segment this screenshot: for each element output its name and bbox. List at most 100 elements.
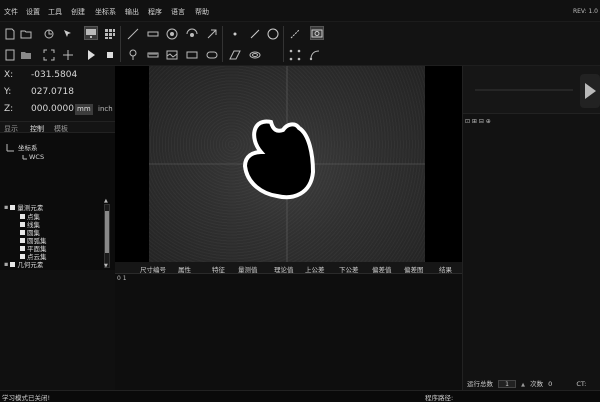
folder-icon[interactable]: [19, 48, 33, 62]
checkbox-icon[interactable]: [20, 229, 25, 235]
measurement-elements-tree: ▪ 量测元素 点集 线集 圆集 圆弧集 平面集 点云集 ▪ 几何元素: [0, 195, 115, 270]
revision-label: REV: 1.0: [572, 8, 598, 15]
checkbox-icon[interactable]: [20, 245, 25, 251]
scroll-down-icon[interactable]: ▼: [104, 263, 108, 269]
results-table: 尺寸编号 属性 特征 量测值 理论值 上公差 下公差 偏差值 偏差图 结果 0 …: [115, 262, 462, 390]
new-file-icon[interactable]: [3, 27, 17, 41]
load-icon[interactable]: [42, 27, 56, 41]
graph-line: [475, 89, 573, 91]
col-nominal[interactable]: 理论值: [274, 264, 294, 274]
elements-scrollbar[interactable]: [104, 204, 110, 268]
probe-icon[interactable]: [126, 48, 140, 62]
tree-item-wcs[interactable]: WCS: [22, 153, 44, 161]
menu-tools[interactable]: 工具: [48, 7, 62, 17]
axis-icon: [6, 143, 14, 151]
edge-icon[interactable]: [61, 48, 75, 62]
play-large-icon: [585, 83, 596, 99]
curve-icon[interactable]: [308, 48, 322, 62]
profile-icon[interactable]: [185, 27, 199, 41]
open-file-icon[interactable]: [19, 27, 33, 41]
scroll-up-icon[interactable]: ▲: [104, 198, 108, 204]
checkbox-icon[interactable]: [20, 237, 25, 243]
menu-output[interactable]: 输出: [125, 7, 139, 17]
right-panel: ⊡ ⊞ ⊟ ⊕ 运行总数 1 ▲ 次数 0 CT:: [462, 66, 600, 390]
run-total-input[interactable]: 1: [498, 380, 517, 388]
tree-child-label: WCS: [29, 153, 45, 161]
axis-small-icon: [22, 155, 27, 160]
col-lower-tol[interactable]: 下公差: [339, 264, 359, 274]
results-header: 尺寸编号 属性 特征 量测值 理论值 上公差 下公差 偏差值 偏差图 结果: [115, 262, 462, 274]
measure-icon[interactable]: [146, 27, 160, 41]
col-feature[interactable]: 特征: [212, 264, 225, 274]
monitor-icon[interactable]: [84, 26, 98, 40]
point-icon[interactable]: [228, 27, 242, 41]
menu-coordinate-system[interactable]: 坐标系: [95, 7, 116, 17]
ring-icon[interactable]: [248, 48, 262, 62]
scan-icon[interactable]: [42, 48, 56, 62]
play-icon[interactable]: [84, 48, 98, 62]
col-attribute[interactable]: 属性: [178, 264, 191, 274]
scrollbar-thumb[interactable]: [105, 211, 109, 253]
x-value: -031.5804: [31, 70, 78, 80]
panel-icons[interactable]: ⊡ ⊞ ⊟ ⊕: [465, 118, 491, 125]
frame-icon[interactable]: [165, 48, 179, 62]
menu-settings[interactable]: 设置: [26, 7, 40, 17]
segment-icon[interactable]: [288, 27, 302, 41]
col-deviation[interactable]: 偏差值: [372, 264, 392, 274]
cycle-time-label: CT:: [576, 380, 587, 388]
unit-mm-button[interactable]: mm: [75, 104, 93, 115]
line-tool-icon[interactable]: [126, 27, 140, 41]
status-bar: 学习模式已关闭! 程序路径:: [0, 390, 600, 402]
unit-inch-button[interactable]: inch: [96, 104, 115, 115]
menu-create[interactable]: 创建: [71, 7, 85, 17]
menu-file[interactable]: 文件: [4, 7, 18, 17]
checkbox-icon[interactable]: [10, 204, 16, 210]
grid-icon[interactable]: [103, 27, 117, 41]
menu-language[interactable]: 语言: [171, 7, 185, 17]
count-value: 0: [548, 380, 553, 388]
left-empty-panel: [0, 270, 115, 390]
toolbar: [0, 22, 600, 66]
tree-item-coordinate-system[interactable]: 坐标系: [6, 142, 38, 152]
menu-help[interactable]: 帮助: [195, 7, 209, 17]
checkbox-icon[interactable]: [20, 213, 25, 219]
focus-icon[interactable]: [205, 27, 219, 41]
signal-graph: [463, 66, 600, 114]
camera-icon[interactable]: [310, 26, 324, 40]
run-total-stepper[interactable]: ▲: [521, 382, 525, 388]
program-path-label: 程序路径:: [425, 394, 454, 402]
y-label: Y:: [4, 87, 12, 97]
rectangle-icon[interactable]: [185, 48, 199, 62]
coordinate-tree: 坐标系 WCS: [0, 133, 115, 195]
col-dimension-id[interactable]: 尺寸编号: [140, 264, 166, 274]
x-label: X:: [4, 70, 14, 80]
group-label: 几何元素: [17, 261, 44, 268]
col-measured[interactable]: 量测值: [238, 264, 258, 274]
col-upper-tol[interactable]: 上公差: [305, 264, 325, 274]
col-deviation-chart[interactable]: 偏差图: [404, 264, 424, 274]
slot-icon[interactable]: [205, 48, 219, 62]
menu-program[interactable]: 程序: [148, 7, 162, 17]
run-button[interactable]: [580, 74, 600, 108]
parallel-icon[interactable]: [228, 48, 242, 62]
live-camera-image[interactable]: [149, 66, 425, 262]
circle-icon[interactable]: [165, 27, 179, 41]
checkbox-icon[interactable]: [20, 221, 25, 227]
z-value: 000.0000: [31, 104, 74, 114]
line-icon[interactable]: [248, 27, 262, 41]
document-icon[interactable]: [3, 48, 17, 62]
tree-group-geometry-elements[interactable]: ▪ 几何元素: [4, 260, 43, 268]
connect-icon[interactable]: [288, 48, 302, 62]
checkbox-icon[interactable]: [10, 261, 16, 267]
checkbox-icon[interactable]: [20, 253, 25, 259]
pointer-icon[interactable]: [61, 27, 75, 41]
collapse-icon[interactable]: ▪: [4, 260, 8, 268]
ruler-icon[interactable]: [146, 48, 160, 62]
circle-outline-icon[interactable]: [266, 27, 280, 41]
col-result[interactable]: 结果: [439, 264, 452, 274]
collapse-icon[interactable]: ▪: [4, 203, 8, 211]
run-total-label: 运行总数: [467, 380, 493, 388]
stop-icon[interactable]: [103, 48, 117, 62]
workpiece-outline: [242, 119, 316, 200]
run-counter: 运行总数 1 ▲ 次数 0 CT:: [467, 378, 600, 388]
